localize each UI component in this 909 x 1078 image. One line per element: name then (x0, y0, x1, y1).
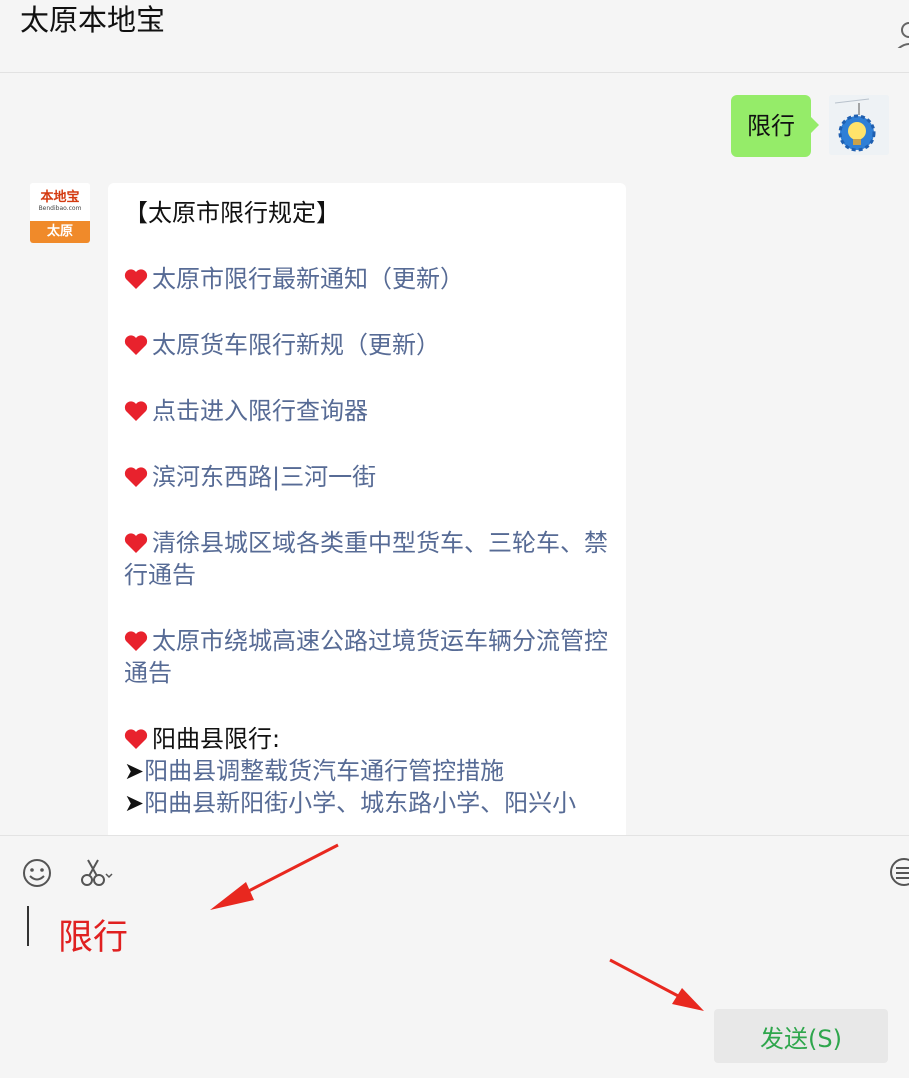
list-item[interactable]: 太原市绕城高速公路过境货运车辆分流管控通告 (124, 625, 610, 689)
list-item[interactable]: ➤阳曲县新阳街小学、城东路小学、阳兴小 (124, 787, 610, 819)
arrow-marker: ➤ (124, 757, 145, 785)
link-item[interactable]: 滨河东西路|三河一街 (152, 463, 376, 491)
link-item[interactable]: 阳曲县调整载货汽车通行管控措施 (144, 757, 504, 785)
lightbulb-avatar-icon (829, 95, 889, 155)
bot-message-bubble: 【太原市限行规定】 太原市限行最新通知（更新） 太原货车限行新规（更新） 点击进… (108, 183, 626, 835)
arrow-marker: ➤ (124, 789, 145, 817)
avatar-domain: Bendibao.com (38, 205, 82, 212)
message-heading: 【太原市限行规定】 (124, 199, 340, 227)
heart-icon (124, 533, 148, 553)
link-item[interactable]: 太原市限行最新通知（更新） (152, 265, 464, 293)
scissors-icon[interactable] (78, 854, 114, 892)
bot-avatar[interactable]: 本地宝 Bendibao.com 太原 (30, 183, 90, 243)
heart-icon (124, 269, 148, 289)
message-list[interactable]: 限行 本地宝 Bendibao.com 太原 【太原市限行规定】 太原市限行最新… (0, 73, 909, 835)
list-item[interactable]: 清徐县城区域各类重中型货车、三轮车、禁行通告 (124, 527, 610, 591)
heart-icon (124, 335, 148, 355)
link-item[interactable]: 点击进入限行查询器 (152, 397, 368, 425)
list-item[interactable]: 滨河东西路|三河一街 (124, 461, 610, 493)
heart-icon (124, 631, 148, 651)
avatar-brand: 本地宝 (40, 190, 80, 205)
user-message-bubble[interactable]: 限行 (731, 95, 819, 157)
link-item[interactable]: 清徐县城区域各类重中型货车、三轮车、禁行通告 (124, 529, 608, 589)
link-item[interactable]: 太原市绕城高速公路过境货运车辆分流管控通告 (124, 627, 608, 687)
emoji-icon[interactable] (20, 854, 54, 892)
heart-icon (124, 467, 148, 487)
link-item[interactable]: 阳曲县新阳街小学、城东路小学、阳兴小 (144, 789, 576, 817)
heart-icon (124, 401, 148, 421)
link-item[interactable]: 太原货车限行新规（更新） (152, 331, 440, 359)
user-avatar[interactable] (829, 95, 889, 155)
heart-icon (124, 729, 148, 749)
chat-header: 太原本地宝 (0, 0, 909, 73)
chat-title: 太原本地宝 (20, 3, 166, 37)
section-title: 阳曲县限行: (152, 725, 281, 753)
list-item[interactable]: 太原市限行最新通知（更新） (124, 263, 610, 295)
list-item[interactable]: ➤阳曲县调整载货汽车通行管控措施 (124, 755, 610, 787)
section-yangqu: 阳曲县限行: ➤阳曲县调整载货汽车通行管控措施 ➤阳曲县新阳街小学、城东路小学、… (124, 723, 610, 819)
list-item[interactable]: 太原货车限行新规（更新） (124, 329, 610, 361)
send-button[interactable]: 发送(S) (714, 1009, 888, 1063)
list-item[interactable]: 点击进入限行查询器 (124, 395, 610, 427)
message-composer: 限行 发送(S) (0, 835, 909, 1078)
message-input[interactable]: 限行 (58, 914, 128, 962)
avatar-city: 太原 (30, 221, 90, 243)
chat-history-icon[interactable] (884, 854, 909, 892)
text-caret (27, 906, 29, 946)
person-icon[interactable] (893, 8, 909, 48)
